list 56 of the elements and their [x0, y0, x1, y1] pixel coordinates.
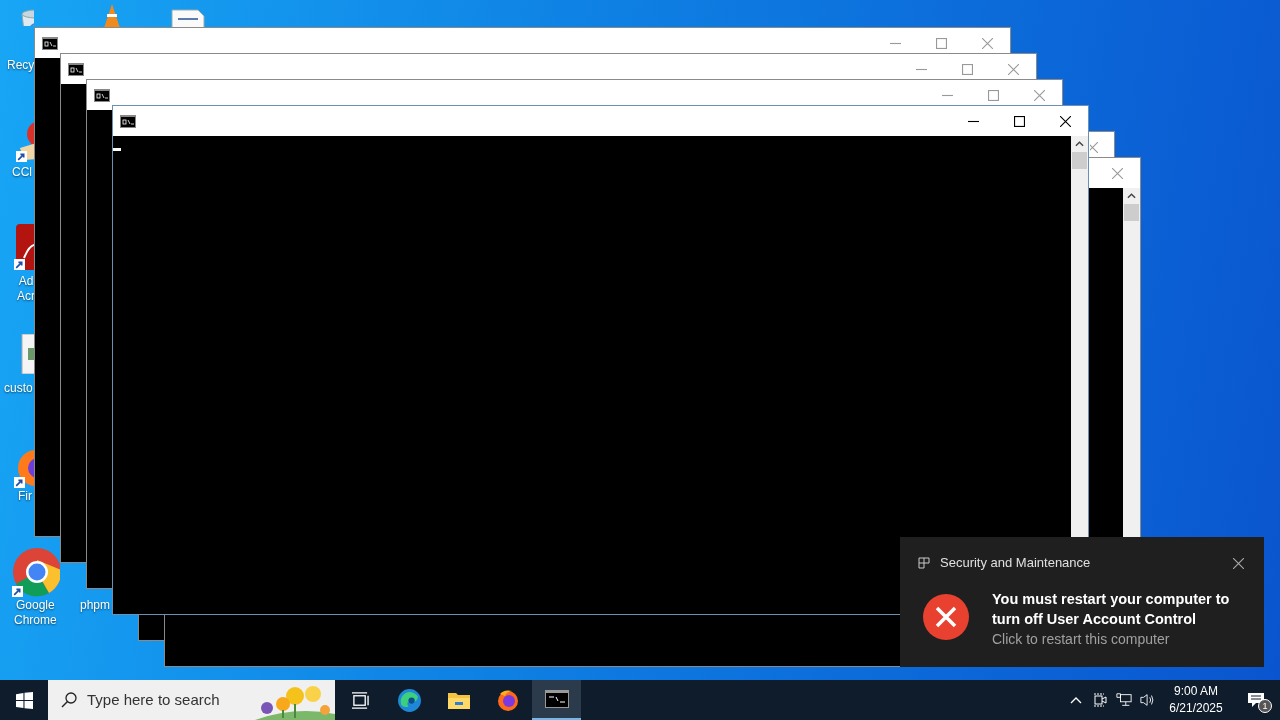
windows-logo-icon: [15, 691, 33, 709]
network-icon[interactable]: [1116, 692, 1132, 708]
notification-subtitle: Click to restart this computer: [992, 630, 1171, 649]
icon-label: Recy: [7, 58, 35, 73]
notification-source: Security and Maintenance: [940, 554, 1091, 573]
console-icon: [544, 690, 569, 708]
search-input[interactable]: Type here to search: [87, 688, 237, 712]
close-icon: [1090, 141, 1098, 153]
chevron-up-icon[interactable]: [1070, 696, 1082, 704]
chrome-icon[interactable]: [12, 547, 60, 597]
icon-label: custo: [4, 381, 33, 396]
close-icon: [1033, 89, 1045, 101]
close-icon: [1111, 167, 1123, 179]
pdf-icon[interactable]: [14, 224, 34, 270]
folder-icon: [446, 690, 471, 710]
maximize-icon: [987, 89, 999, 101]
edge-icon: [397, 687, 422, 713]
cone-icon[interactable]: [102, 4, 122, 27]
search-field[interactable]: Type here to search: [48, 680, 335, 720]
close-icon: [981, 37, 993, 49]
task-view-icon: [351, 691, 370, 709]
icon-label: Chrome: [14, 613, 57, 628]
error-icon: [923, 594, 969, 640]
notification-toast[interactable]: Security and Maintenance You must restart your computer to turn off User Account Control Click to restart this computer: [900, 537, 1264, 667]
icon-label: Google: [16, 598, 55, 613]
document-icon[interactable]: [170, 8, 206, 27]
scroll-thumb[interactable]: [1072, 152, 1087, 169]
close-button[interactable]: [1232, 557, 1244, 569]
scroll-thumb[interactable]: [1124, 204, 1139, 221]
action-center-button[interactable]: 1: [1236, 680, 1276, 720]
icon-label: Acr: [17, 289, 35, 304]
maximize-icon: [1013, 115, 1025, 127]
scroll-up-icon[interactable]: [1075, 141, 1084, 147]
maximize-button[interactable]: [1012, 114, 1026, 128]
icon-label: CCl: [12, 165, 32, 180]
notification-count: 1: [1258, 699, 1272, 713]
close-icon: [1007, 63, 1019, 75]
clock[interactable]: 9:00 AM 6/21/2025: [1164, 680, 1228, 720]
close-icon: [1059, 115, 1071, 127]
icon-label: Ad: [18, 274, 34, 289]
firefox-icon: [495, 688, 520, 712]
notification-title: You must restart your computer to turn off User Account Control: [992, 590, 1231, 629]
close-button[interactable]: [1058, 114, 1072, 128]
icon-label: phpm: [80, 598, 111, 613]
image-icon[interactable]: [20, 334, 34, 374]
close-icon: [1232, 557, 1244, 569]
maximize-icon: [935, 37, 947, 49]
scroll-up-icon[interactable]: [1127, 193, 1136, 199]
clock-time: 9:00 AM: [1174, 683, 1218, 700]
icon-label: Fir: [18, 489, 32, 504]
taskbar-app[interactable]: [532, 680, 581, 720]
clock-date: 6/21/2025: [1169, 700, 1223, 717]
search-icon: [61, 692, 77, 708]
volume-icon[interactable]: [1140, 692, 1156, 708]
camera-icon[interactable]: [1092, 692, 1108, 708]
maximize-icon: [961, 63, 973, 75]
